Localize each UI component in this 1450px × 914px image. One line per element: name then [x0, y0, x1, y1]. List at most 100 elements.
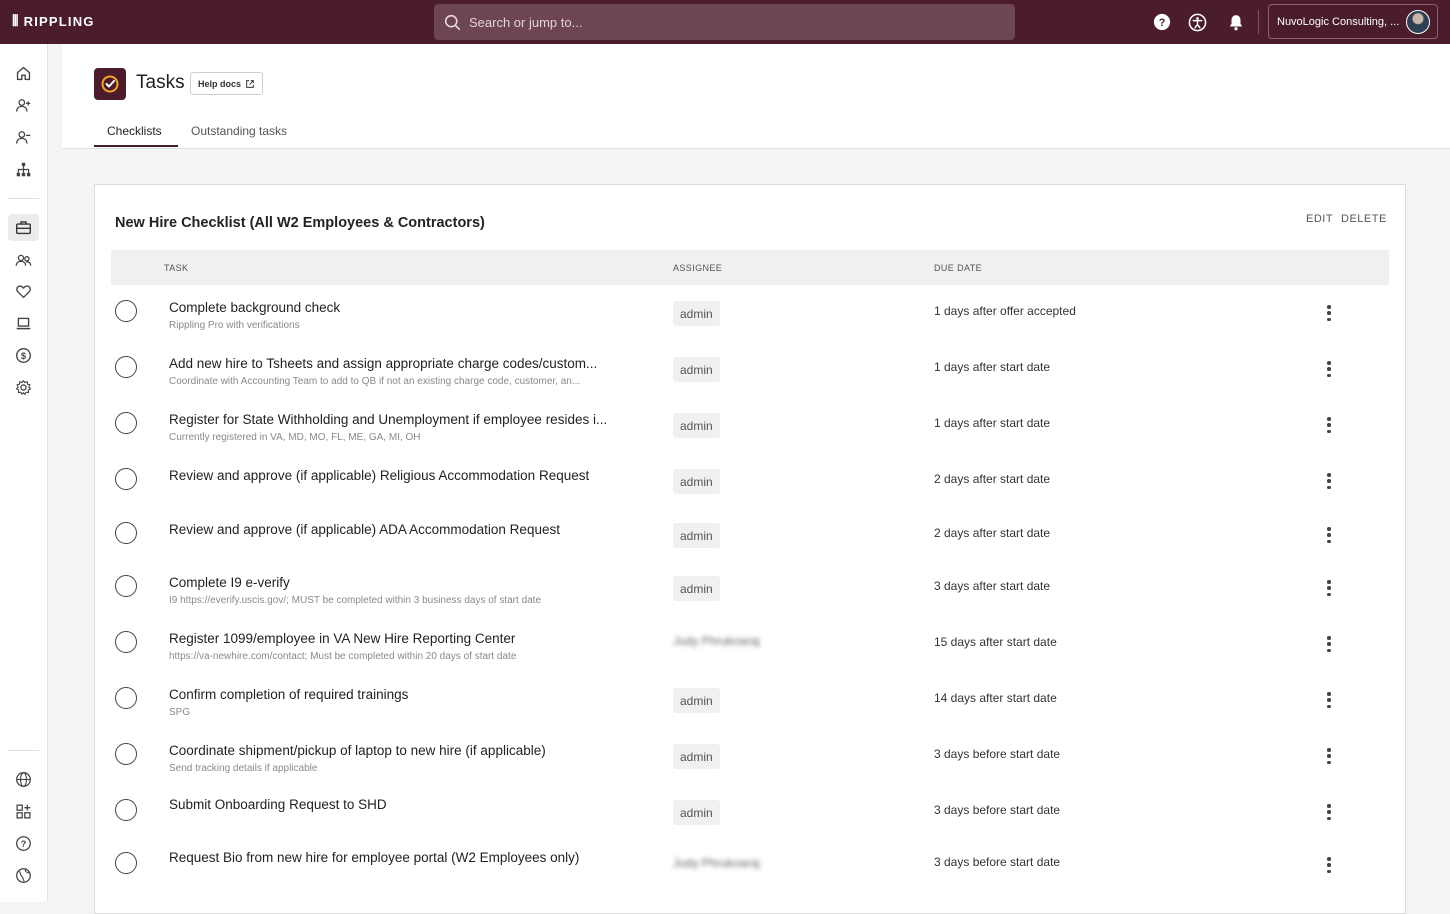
assignee-badge: admin — [673, 413, 720, 438]
task-title[interactable]: Complete background check — [169, 300, 340, 315]
tab-checklists[interactable]: Checklists — [107, 124, 162, 138]
task-complete-checkbox[interactable] — [115, 743, 137, 765]
task-description: Rippling Pro with verifications — [169, 320, 300, 331]
row-menu-icon[interactable] — [1327, 473, 1331, 489]
row-menu-icon[interactable] — [1327, 857, 1331, 873]
assignee-badge: admin — [673, 744, 720, 769]
active-tab-indicator — [94, 145, 178, 147]
nav-payroll[interactable]: $ — [8, 342, 39, 369]
home-icon — [16, 66, 31, 81]
column-header-task: TASK — [164, 263, 189, 273]
svg-text:?: ? — [21, 839, 27, 849]
nav-support[interactable] — [8, 862, 39, 889]
task-title[interactable]: Coordinate shipment/pickup of laptop to … — [169, 743, 546, 758]
table-row: Register 1099/employee in VA New Hire Re… — [111, 616, 1389, 672]
delete-button[interactable]: DELETE — [1341, 213, 1387, 225]
assignee-name-blurred: Judy Phrukoaraj — [673, 855, 760, 870]
row-menu-icon[interactable] — [1327, 527, 1331, 543]
nav-org-chart[interactable] — [8, 156, 39, 183]
task-title[interactable]: Confirm completion of required trainings — [169, 687, 408, 702]
row-menu-icon[interactable] — [1327, 361, 1331, 377]
task-complete-checkbox[interactable] — [115, 687, 137, 709]
row-menu-icon[interactable] — [1327, 417, 1331, 433]
nav-help[interactable]: ? — [8, 830, 39, 857]
task-complete-checkbox[interactable] — [115, 412, 137, 434]
help-docs-button[interactable]: Help docs — [190, 72, 264, 95]
nav-people[interactable] — [8, 247, 39, 274]
nav-devices[interactable] — [8, 310, 39, 337]
task-title[interactable]: Register 1099/employee in VA New Hire Re… — [169, 631, 515, 646]
task-complete-checkbox[interactable] — [115, 522, 137, 544]
due-date: 3 days before start date — [934, 855, 1061, 869]
nav-global[interactable] — [8, 766, 39, 793]
help-icon[interactable]: ? — [1152, 12, 1172, 32]
task-title[interactable]: Submit Onboarding Request to SHD — [169, 797, 387, 812]
table-row: Request Bio from new hire for employee p… — [111, 837, 1389, 893]
checklist-title: New Hire Checklist (All W2 Employees & C… — [115, 215, 485, 231]
rippling-logo[interactable]: ⦀ RIPPLING — [12, 13, 95, 30]
org-chart-icon — [16, 162, 31, 177]
dollar-icon: $ — [16, 348, 31, 363]
global-search[interactable] — [434, 4, 1015, 40]
apps-grid-icon — [16, 804, 31, 819]
nav-home[interactable] — [8, 60, 39, 87]
row-menu-icon[interactable] — [1327, 804, 1331, 820]
nav-benefits[interactable] — [8, 278, 39, 305]
rail-divider — [8, 198, 39, 199]
task-description: https://va-newhire.com/contact; Must be … — [169, 651, 517, 662]
task-complete-checkbox[interactable] — [115, 852, 137, 874]
table-row: Coordinate shipment/pickup of laptop to … — [111, 728, 1389, 784]
task-description: SPG — [169, 707, 191, 718]
due-date: 2 days after start date — [934, 526, 1051, 540]
external-link-icon — [246, 79, 254, 88]
task-title[interactable]: Review and approve (if applicable) ADA A… — [169, 522, 560, 537]
row-menu-icon[interactable] — [1327, 580, 1331, 596]
task-complete-checkbox[interactable] — [115, 575, 137, 597]
nav-settings[interactable] — [8, 374, 39, 401]
task-complete-checkbox[interactable] — [115, 468, 137, 490]
tab-outstanding-tasks[interactable]: Outstanding tasks — [191, 124, 287, 138]
tasks-app-icon — [94, 68, 126, 100]
nav-app-shop[interactable] — [8, 798, 39, 825]
task-complete-checkbox[interactable] — [115, 300, 137, 322]
nav-hire[interactable] — [8, 92, 39, 119]
due-date: 1 days after start date — [934, 360, 1051, 374]
nav-terminate[interactable] — [8, 124, 39, 151]
accessibility-icon[interactable] — [1187, 12, 1207, 32]
search-input[interactable] — [469, 14, 989, 30]
due-date: 3 days before start date — [934, 803, 1061, 817]
task-title[interactable]: Complete I9 e-verify — [169, 575, 290, 590]
edit-button[interactable]: EDIT — [1306, 213, 1333, 225]
assignee-badge: admin — [673, 576, 720, 601]
task-complete-checkbox[interactable] — [115, 356, 137, 378]
assignee-badge: admin — [673, 523, 720, 548]
due-date: 2 days after start date — [934, 472, 1051, 486]
rippling-mark-icon: ⦀ — [12, 13, 19, 30]
task-complete-checkbox[interactable] — [115, 799, 137, 821]
user-avatar[interactable] — [1406, 10, 1430, 34]
task-title[interactable]: Register for State Withholding and Unemp… — [169, 412, 607, 427]
row-menu-icon[interactable] — [1327, 636, 1331, 652]
due-date: 3 days after start date — [934, 579, 1051, 593]
add-person-icon — [16, 99, 31, 112]
row-menu-icon[interactable] — [1327, 692, 1331, 708]
row-menu-icon[interactable] — [1327, 305, 1331, 321]
assignee-badge: admin — [673, 800, 720, 825]
company-name: NuvoLogic Consulting, ... — [1277, 15, 1400, 28]
task-title[interactable]: Review and approve (if applicable) Relig… — [169, 468, 589, 483]
row-menu-icon[interactable] — [1327, 748, 1331, 764]
nav-tools[interactable] — [8, 214, 39, 241]
task-complete-checkbox[interactable] — [115, 631, 137, 653]
table-row: Confirm completion of required trainings… — [111, 672, 1389, 728]
remove-person-icon — [16, 131, 31, 144]
task-description: Currently registered in VA, MD, MO, FL, … — [169, 432, 421, 443]
task-title[interactable]: Add new hire to Tsheets and assign appro… — [169, 356, 597, 371]
globe-icon — [16, 772, 31, 787]
due-date: 1 days after offer accepted — [934, 304, 1076, 318]
notifications-bell-icon[interactable] — [1226, 12, 1246, 32]
svg-text:$: $ — [21, 351, 27, 361]
task-title[interactable]: Request Bio from new hire for employee p… — [169, 850, 579, 865]
heart-icon — [16, 285, 31, 299]
account-switcher[interactable]: NuvoLogic Consulting, ... — [1268, 4, 1438, 39]
assignee-badge: admin — [673, 469, 720, 494]
